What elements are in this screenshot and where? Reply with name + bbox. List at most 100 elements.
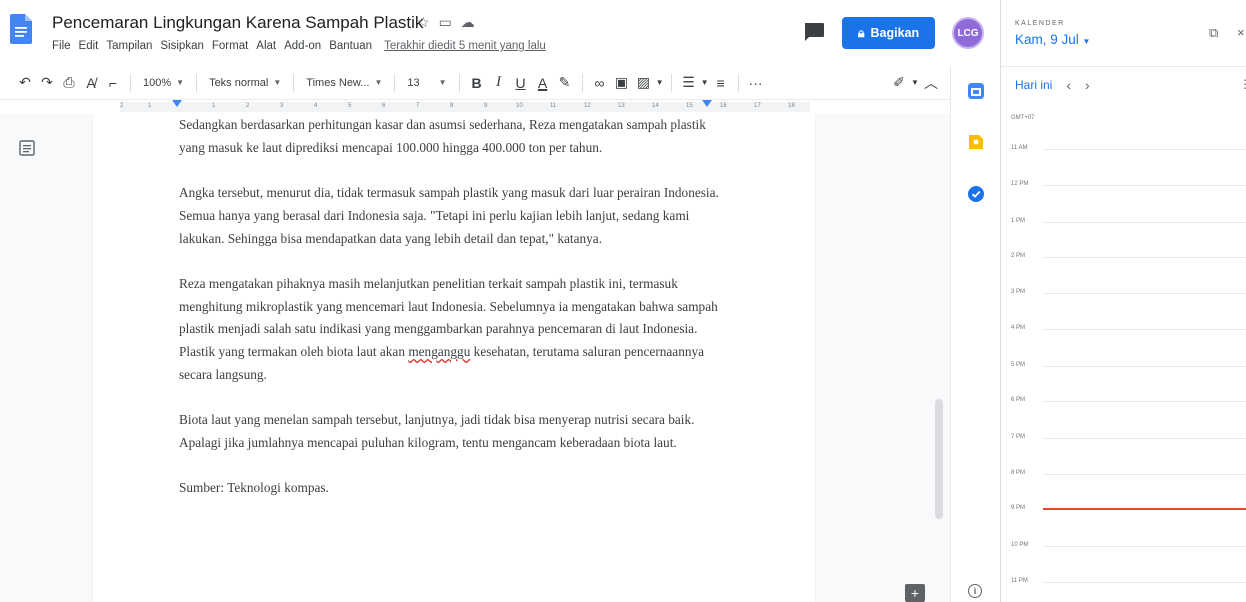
comment-history-icon[interactable] <box>803 22 825 42</box>
ruler-number: 11 <box>550 103 557 109</box>
hour-line <box>1043 185 1246 186</box>
move-folder-icon[interactable]: ▭ <box>439 14 452 31</box>
highlight-icon[interactable]: ✎ <box>554 74 576 91</box>
info-icon[interactable]: i <box>968 584 982 598</box>
hour-row[interactable]: 4 PM <box>1001 325 1246 331</box>
underline-button[interactable]: U <box>510 75 532 91</box>
document-body[interactable]: Sedangkan berdasarkan perhitungan kasar … <box>179 114 719 523</box>
explore-plus-icon[interactable]: + <box>905 584 925 602</box>
docs-logo-icon[interactable] <box>10 14 32 44</box>
zoom-select[interactable]: 100% ▼ <box>137 77 190 89</box>
right-indent-marker[interactable] <box>702 100 712 107</box>
align-icon[interactable]: ☰ <box>678 74 700 91</box>
star-icon[interactable]: ☆ <box>417 14 430 31</box>
hour-label: 6 PM <box>1011 397 1026 403</box>
document-title[interactable]: Pencemaran Lingkungan Karena Sampah Plas… <box>52 13 423 33</box>
hour-label: 11 AM <box>1011 145 1028 151</box>
document-outline-icon[interactable] <box>18 139 36 157</box>
menu-insert[interactable]: Sisipkan <box>160 40 203 52</box>
ruler-number: 8 <box>450 103 454 109</box>
menu-addons[interactable]: Add-on <box>284 40 321 52</box>
chevron-right-icon[interactable]: › <box>1085 77 1090 93</box>
hour-row[interactable]: 11 AM <box>1001 145 1246 151</box>
hour-line <box>1043 438 1246 439</box>
more-vert-icon[interactable]: ⋮ <box>1239 77 1246 91</box>
title-actions: ☆ ▭ ☁ <box>417 14 475 31</box>
calendar-icon[interactable] <box>968 83 984 99</box>
caret-down-icon[interactable]: ▼ <box>655 78 665 87</box>
collapse-menus-icon[interactable]: ︿ <box>920 73 942 93</box>
menu-tools[interactable]: Alat <box>256 40 276 52</box>
italic-button[interactable]: I <box>488 74 510 91</box>
hour-row[interactable]: 10 PM <box>1001 542 1246 548</box>
keep-icon[interactable] <box>968 134 984 150</box>
document-page[interactable]: Sedangkan berdasarkan perhitungan kasar … <box>93 114 815 602</box>
spellcheck-icon[interactable]: A̸ <box>80 75 102 91</box>
menu-file[interactable]: File <box>52 40 71 52</box>
toolbar-divider <box>394 73 396 92</box>
share-button[interactable]: 🔒︎ Bagikan <box>842 17 935 49</box>
hour-row[interactable]: 6 PM <box>1001 397 1246 403</box>
toolbar: ↶ ↷ ⎙ A̸ ⌐ 100% ▼ Teks normal ▼ Times New.… <box>0 66 950 100</box>
hour-row[interactable]: 3 PM <box>1001 289 1246 295</box>
add-comment-icon[interactable]: ▣ <box>611 74 633 91</box>
misspelled-word[interactable]: menganggu <box>408 344 470 359</box>
hour-row[interactable]: 5 PM <box>1001 362 1246 368</box>
caret-down-icon[interactable]: ▼ <box>910 78 920 87</box>
vertical-scrollbar[interactable] <box>935 399 943 519</box>
last-edit-link[interactable]: Terakhir diedit 5 menit yang lalu <box>384 40 546 52</box>
cloud-status-icon[interactable]: ☁ <box>461 14 475 31</box>
caret-down-icon: ▼ <box>176 78 185 87</box>
hour-row[interactable]: 7 PM <box>1001 434 1246 440</box>
more-options-icon[interactable]: ··· <box>745 75 767 91</box>
text-color-button[interactable]: A <box>532 75 554 91</box>
print-icon[interactable]: ⎙ <box>58 74 80 91</box>
paint-format-icon[interactable]: ⌐ <box>102 75 124 91</box>
hour-line <box>1043 257 1246 258</box>
link-icon[interactable]: ∞ <box>589 75 611 91</box>
caret-down-icon[interactable]: ▼ <box>700 78 710 87</box>
menu-help[interactable]: Bantuan <box>329 40 372 52</box>
paragraph[interactable]: Biota laut yang menelan sampah tersebut,… <box>179 409 719 454</box>
close-icon[interactable]: × <box>1237 25 1245 40</box>
font-size-select[interactable]: 13 ▼ <box>401 77 452 89</box>
hour-label: 2 PM <box>1011 253 1026 259</box>
avatar[interactable]: LCG <box>952 17 984 49</box>
share-button-label: Bagikan <box>870 26 920 40</box>
divider <box>1001 66 1246 67</box>
ruler-number: 12 <box>584 103 591 109</box>
ruler-number: 1 <box>148 103 152 109</box>
side-panel-icons <box>950 66 1000 602</box>
hour-row[interactable]: 8 PM <box>1001 470 1246 476</box>
tasks-icon[interactable] <box>968 186 984 202</box>
hour-row[interactable]: 2 PM <box>1001 253 1246 259</box>
paragraph[interactable]: Sumber: Teknologi kompas. <box>179 477 719 500</box>
hour-row[interactable]: 1 PM <box>1001 218 1246 224</box>
calendar-panel: KALENDER Kam, 9 Jul ▼ ⧉ × Hari ini ‹ › ⋮… <box>1000 0 1246 602</box>
editing-mode-icon[interactable]: ✐ <box>888 74 910 91</box>
style-select[interactable]: Teks normal ▼ <box>203 77 287 89</box>
left-indent-marker[interactable] <box>172 100 182 107</box>
menu-view[interactable]: Tampilan <box>106 40 152 52</box>
calendar-date-select[interactable]: Kam, 9 Jul ▼ <box>1015 32 1090 47</box>
chevron-left-icon[interactable]: ‹ <box>1066 77 1071 93</box>
paragraph[interactable]: Angka tersebut, menurut dia, tidak terma… <box>179 182 719 250</box>
hour-row[interactable]: 12 PM <box>1001 181 1246 187</box>
lock-icon: 🔒︎ <box>857 25 865 40</box>
menu-edit[interactable]: Edit <box>79 40 99 52</box>
redo-icon[interactable]: ↷ <box>36 74 58 91</box>
bold-button[interactable]: B <box>466 75 488 91</box>
insert-image-icon[interactable]: ▨ <box>633 74 655 91</box>
open-in-new-tab-icon[interactable]: ⧉ <box>1209 25 1218 41</box>
paragraph[interactable]: Reza mengatakan pihaknya masih melanjutk… <box>179 273 719 387</box>
menu-format[interactable]: Format <box>212 40 248 52</box>
zoom-value: 100% <box>143 76 172 89</box>
paragraph[interactable]: Sedangkan berdasarkan perhitungan kasar … <box>179 114 719 159</box>
undo-icon[interactable]: ↶ <box>14 74 36 91</box>
font-select[interactable]: Times New... ▼ <box>300 77 388 89</box>
line-spacing-icon[interactable]: ≡ <box>710 75 732 91</box>
today-button[interactable]: Hari ini <box>1015 78 1052 92</box>
ruler-number: 17 <box>754 103 761 109</box>
caret-down-icon: ▼ <box>1082 37 1091 46</box>
hour-row[interactable]: 11 PM <box>1001 578 1246 584</box>
